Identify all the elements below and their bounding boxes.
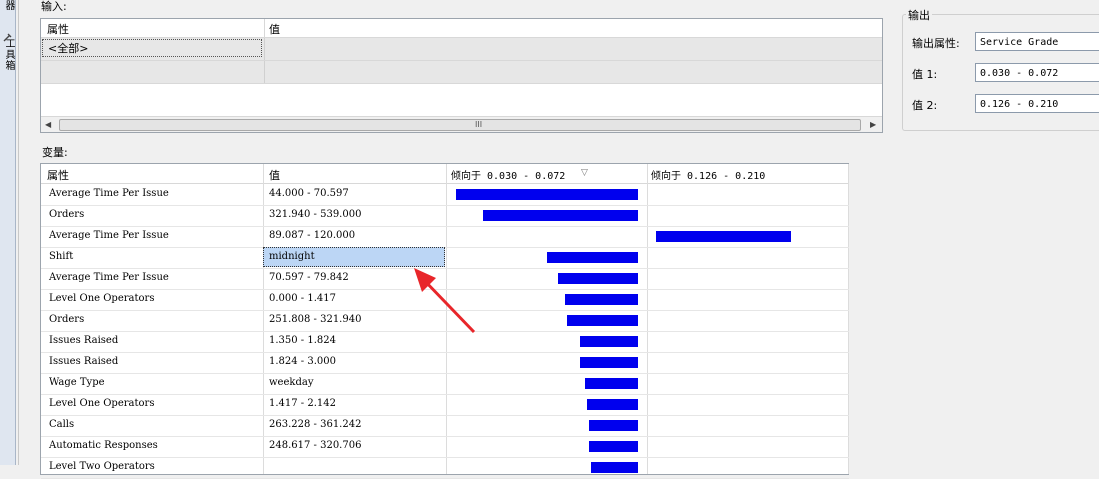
favors-1-bar xyxy=(580,336,638,347)
row-attribute: Calls xyxy=(49,419,75,430)
output-value2-combo[interactable]: 0.126 - 0.210 xyxy=(975,94,1099,113)
scroll-right-icon[interactable]: ▶ xyxy=(870,120,876,129)
variables-grid-header: 属性 值 倾向于 0.030 - 0.072 ▽ 倾向于 0.126 - 0.2… xyxy=(41,164,849,184)
input-grid-header: 属性 值 xyxy=(41,19,882,38)
row-attribute: Level One Operators xyxy=(49,398,155,409)
input-label: 输入: xyxy=(41,0,67,13)
row-value: 1.350 - 1.824 xyxy=(269,335,336,346)
var-col-value[interactable]: 值 xyxy=(269,167,280,183)
side-toolbar-strip[interactable]: 器 工具箱 xyxy=(0,0,16,465)
scroll-grip: III xyxy=(475,120,483,129)
table-row[interactable]: Level Two Operators xyxy=(41,457,849,479)
table-row[interactable]: Average Time Per Issue 89.087 - 120.000 xyxy=(41,226,849,248)
table-row[interactable]: Orders 321.940 - 539.000 xyxy=(41,205,849,227)
row-value: 44.000 - 70.597 xyxy=(269,188,349,199)
favors-1-bar xyxy=(591,462,638,473)
variables-label: 变量: xyxy=(42,146,68,159)
favors-1-bar xyxy=(585,378,638,389)
row-value: 1.417 - 2.142 xyxy=(269,398,336,409)
row-attribute: Level One Operators xyxy=(49,293,155,304)
output-value1-label: 值 1: xyxy=(912,68,938,81)
row-attribute: Issues Raised xyxy=(49,335,119,346)
input-col-attribute[interactable]: 属性 xyxy=(47,21,69,37)
favors-1-bar xyxy=(589,420,638,431)
panel-divider xyxy=(18,0,19,465)
favors-1-bar xyxy=(567,315,638,326)
row-attribute: Orders xyxy=(49,314,85,325)
favors-1-bar xyxy=(558,273,638,284)
side-tab-label-1[interactable]: 器 xyxy=(1,0,16,11)
output-title: 输出 xyxy=(906,7,932,23)
row-attribute: Automatic Responses xyxy=(49,440,158,451)
input-grid[interactable]: 属性 值 <全部> ◀ III ▶ xyxy=(40,18,883,133)
row-value: 1.824 - 3.000 xyxy=(269,356,336,367)
input-row-empty[interactable] xyxy=(41,61,882,84)
favors-1-bar xyxy=(565,294,638,305)
favors-1-bar xyxy=(483,210,638,221)
row-attribute: Issues Raised xyxy=(49,356,119,367)
row-value: 251.808 - 321.940 xyxy=(269,314,362,325)
row-value: 248.617 - 320.706 xyxy=(269,440,362,451)
favors-1-bar xyxy=(589,441,638,452)
annotation-arrow-icon xyxy=(414,268,476,334)
row-value: 70.597 - 79.842 xyxy=(269,272,349,283)
table-row[interactable]: Level One Operators 1.417 - 2.142 xyxy=(41,394,849,416)
var-col-attribute[interactable]: 属性 xyxy=(47,167,69,183)
input-row-all[interactable]: <全部> xyxy=(41,38,882,61)
row-value: 263.228 - 361.242 xyxy=(269,419,362,430)
row-attribute: Wage Type xyxy=(49,377,105,388)
scroll-thumb[interactable]: III xyxy=(59,119,861,131)
row-attribute: Average Time Per Issue xyxy=(49,188,169,199)
table-row[interactable]: Average Time Per Issue 44.000 - 70.597 xyxy=(41,184,849,206)
input-col-value[interactable]: 值 xyxy=(269,21,280,37)
row-value: 0.000 - 1.417 xyxy=(269,293,336,304)
row-attribute: Average Time Per Issue xyxy=(49,272,169,283)
row-attribute: Orders xyxy=(49,209,85,220)
row-attribute: Shift xyxy=(49,251,74,262)
row-attribute: Average Time Per Issue xyxy=(49,230,169,241)
output-attribute-label: 输出属性: xyxy=(912,37,960,50)
favors-1-bar xyxy=(580,357,638,368)
output-attribute-combo[interactable]: Service Grade xyxy=(975,32,1099,51)
table-row[interactable]: Calls 263.228 - 361.242 xyxy=(41,415,849,437)
favors-1-bar xyxy=(547,252,638,263)
table-row[interactable]: Wage Type weekday xyxy=(41,373,849,395)
input-all-cell[interactable]: <全部> xyxy=(42,39,262,57)
output-value2-label: 值 2: xyxy=(912,99,938,112)
var-col-favors-1[interactable]: 倾向于 0.030 - 0.072 xyxy=(451,167,565,182)
favors-1-bar xyxy=(456,189,638,200)
sort-descending-icon[interactable]: ▽ xyxy=(581,168,588,178)
table-row[interactable]: Issues Raised 1.824 - 3.000 xyxy=(41,352,849,374)
scroll-left-icon[interactable]: ◀ xyxy=(45,120,51,129)
row-value: weekday xyxy=(269,377,314,388)
row-value: 321.940 - 539.000 xyxy=(269,209,362,220)
favors-2-bar xyxy=(656,231,791,242)
input-horizontal-scrollbar[interactable]: ◀ III ▶ xyxy=(41,116,882,132)
output-value1-combo[interactable]: 0.030 - 0.072 xyxy=(975,63,1099,82)
var-col-favors-2[interactable]: 倾向于 0.126 - 0.210 xyxy=(651,167,765,182)
table-row[interactable]: Automatic Responses 248.617 - 320.706 xyxy=(41,436,849,458)
favors-1-bar xyxy=(587,399,638,410)
side-tab-toolbox[interactable]: 工具箱 xyxy=(1,38,16,71)
row-value: midnight xyxy=(269,251,315,262)
row-value: 89.087 - 120.000 xyxy=(269,230,356,241)
row-attribute: Level Two Operators xyxy=(49,461,155,472)
